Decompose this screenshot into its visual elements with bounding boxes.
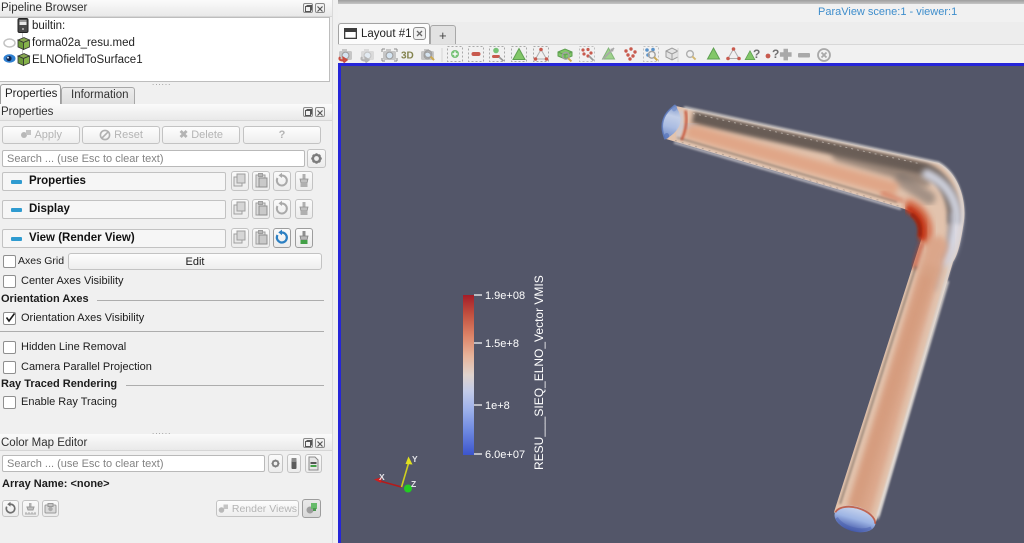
svg-text:?: ? xyxy=(772,47,779,61)
svg-text:1.9e+08: 1.9e+08 xyxy=(485,290,525,302)
svg-text:RESU___SIEQ_ELNO_Vector VMIS: RESU___SIEQ_ELNO_Vector VMIS xyxy=(532,275,546,470)
svg-text:3D: 3D xyxy=(401,51,414,62)
svg-text:?: ? xyxy=(753,47,760,61)
svg-text:6.0e+07: 6.0e+07 xyxy=(485,449,525,461)
svg-text:1e+8: 1e+8 xyxy=(485,400,510,412)
svg-text:1.5e+8: 1.5e+8 xyxy=(485,338,519,350)
svg-text:Z: Z xyxy=(411,479,416,489)
svg-text:X: X xyxy=(379,472,385,482)
svg-text:Y: Y xyxy=(412,454,418,464)
